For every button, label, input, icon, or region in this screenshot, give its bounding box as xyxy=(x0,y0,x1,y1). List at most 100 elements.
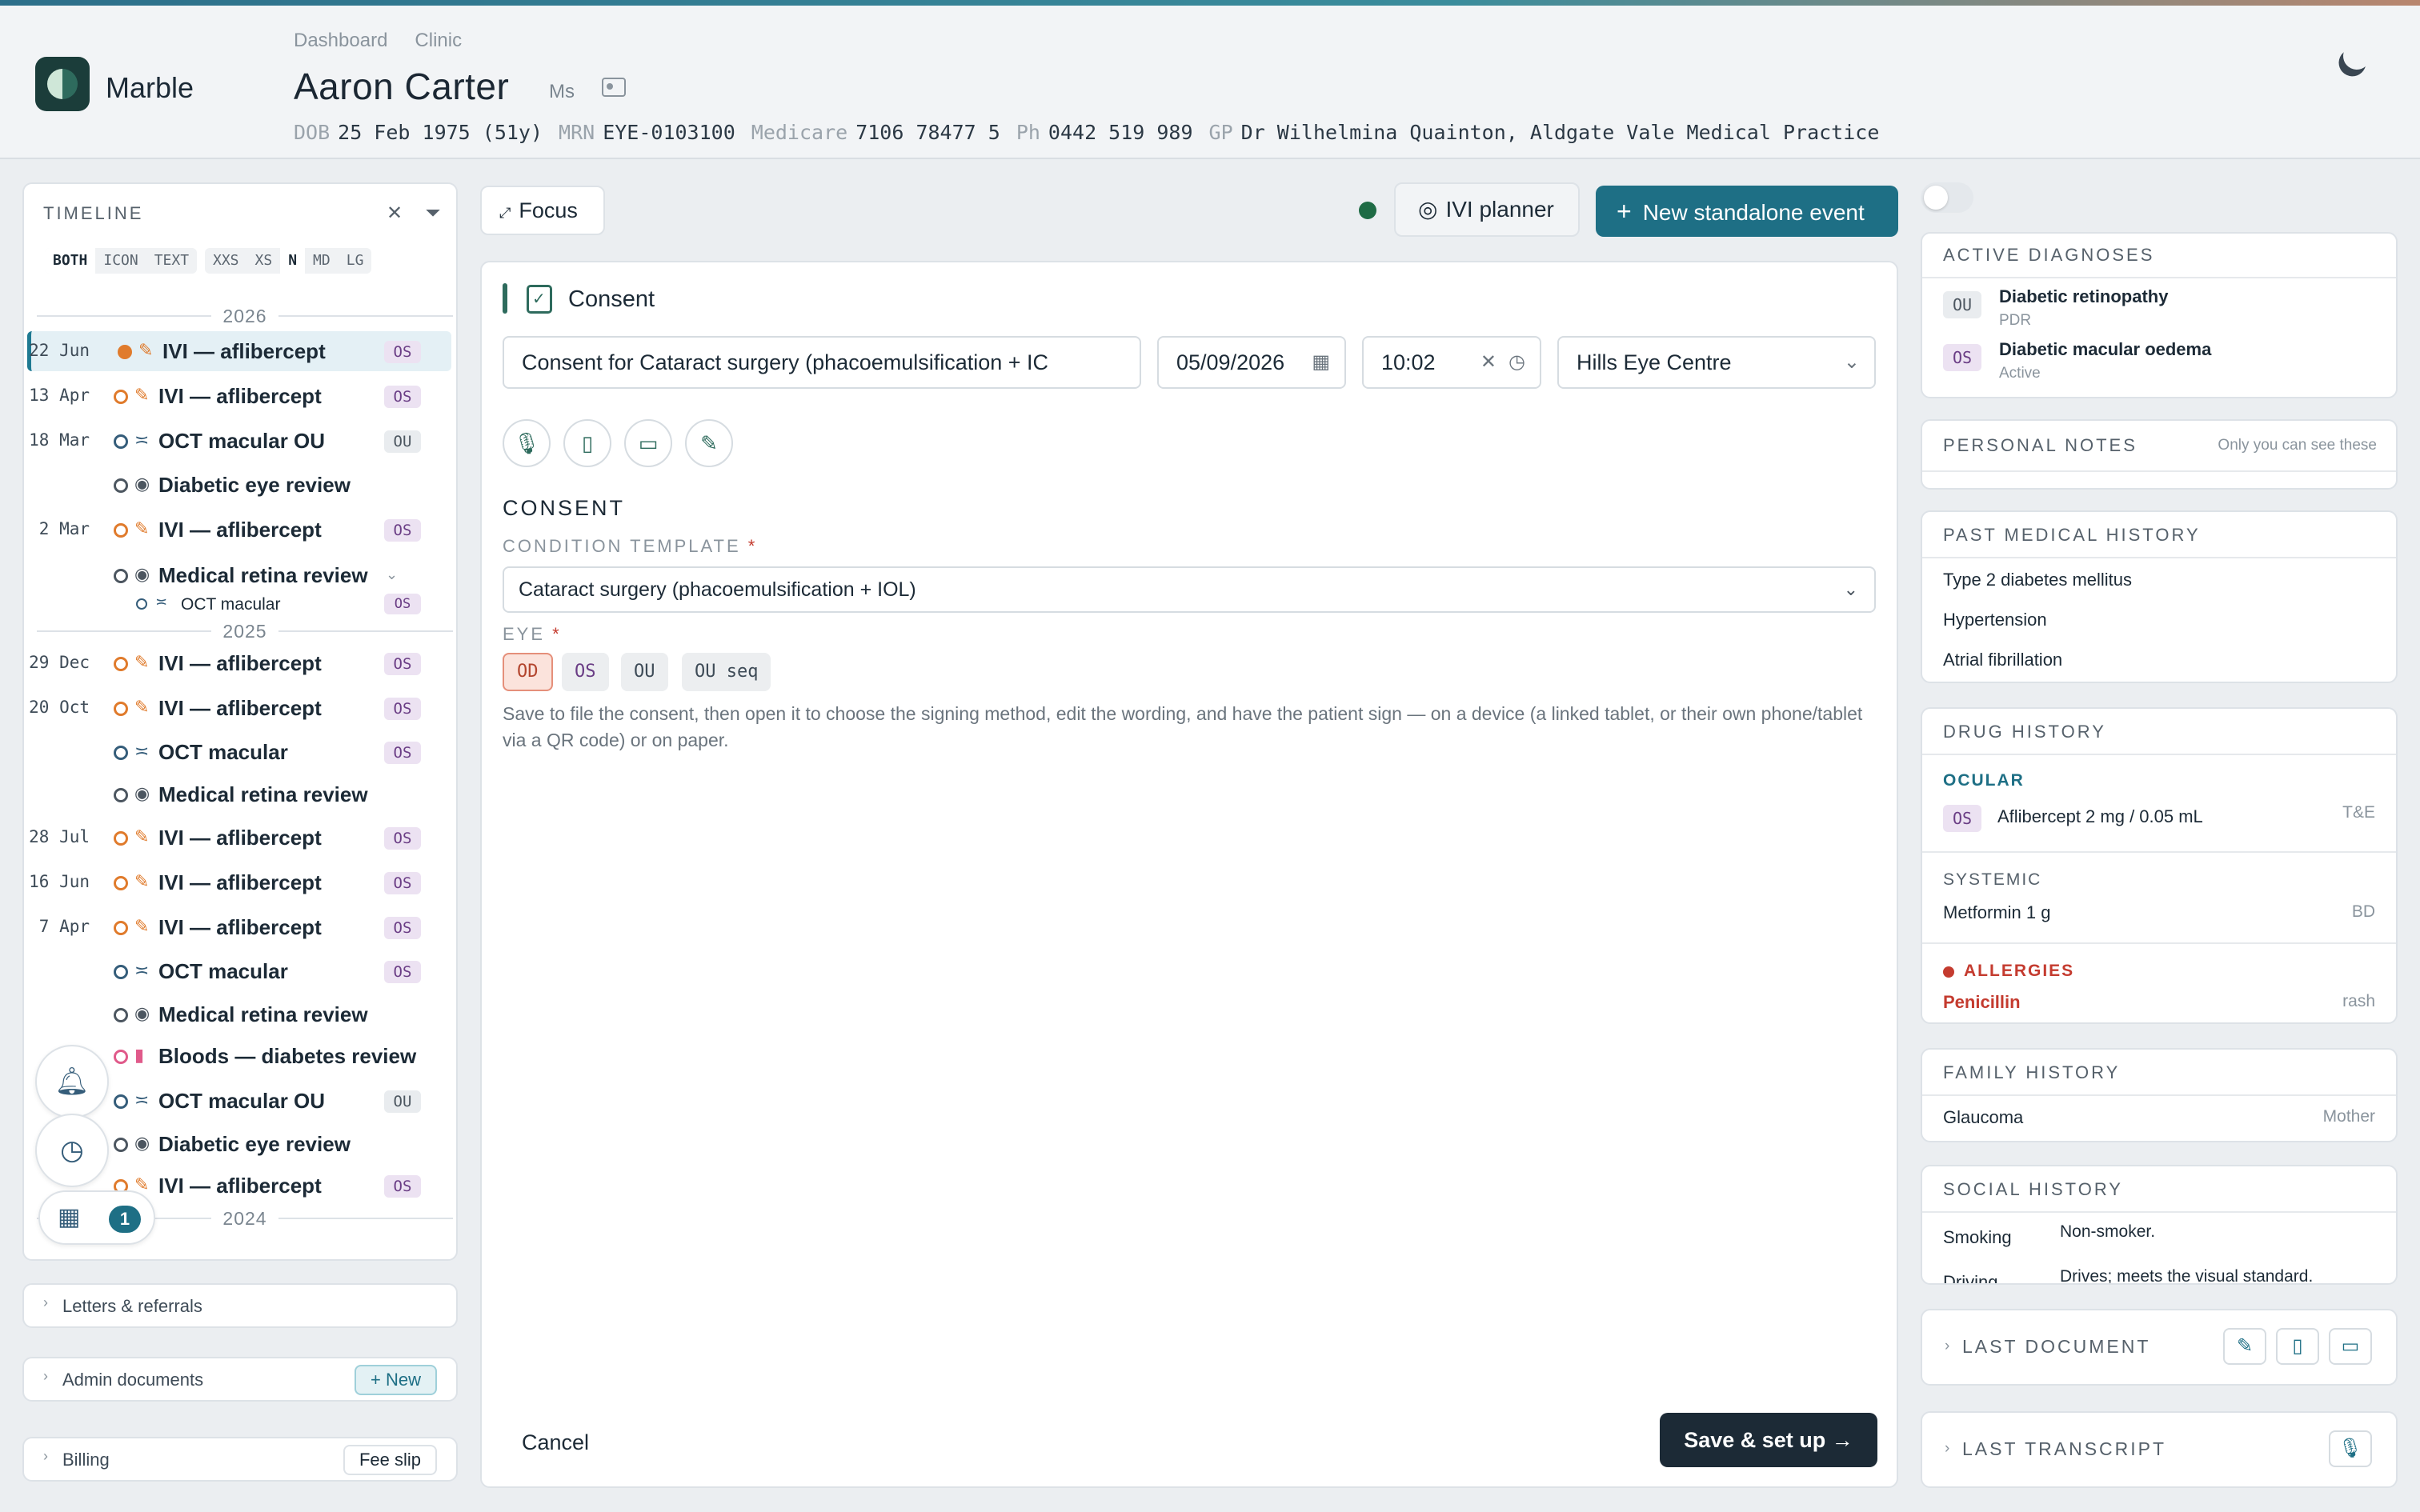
timeline-row[interactable]: 28 Jul ✎ IVI — aflibercept OS xyxy=(27,818,451,858)
density-lg[interactable]: LG xyxy=(339,248,372,274)
chevron-right-icon: › xyxy=(43,1368,48,1384)
fee-slip-button[interactable]: Fee slip xyxy=(343,1445,437,1475)
letters-referrals-section[interactable]: › Letters & referrals xyxy=(22,1283,458,1328)
dark-mode-moon-icon[interactable] xyxy=(2339,38,2374,74)
pmh-item[interactable]: Atrial fibrillation xyxy=(1943,650,2062,670)
view-mode-both[interactable]: BOTH xyxy=(45,248,96,274)
timeline-row[interactable]: ◉ Diabetic eye review xyxy=(27,465,451,505)
eye-label: EYE * xyxy=(503,624,562,644)
billing-section[interactable]: › Billing Fee slip xyxy=(22,1437,458,1482)
syringe-icon: ✎ xyxy=(134,826,150,846)
event-date-input[interactable]: 05/09/2026 ▦ xyxy=(1157,336,1346,389)
eye-pill: OS xyxy=(384,872,421,894)
clock-icon[interactable]: ◷ xyxy=(1508,338,1525,387)
timeline-row[interactable]: 22 Jun ✎ IVI — aflibercept OS xyxy=(27,331,451,371)
density-md[interactable]: MD xyxy=(305,248,339,274)
eye-option-od[interactable]: OD xyxy=(503,653,553,691)
view-mode-icon[interactable]: ICON xyxy=(95,248,146,274)
smoking-value[interactable]: Non-smoker. xyxy=(2060,1222,2155,1242)
timeline-row[interactable]: ◉ Medical retina review xyxy=(27,994,451,1034)
save-and-setup-button[interactable]: Save & set up → xyxy=(1660,1413,1877,1467)
family-history-item[interactable]: Glaucoma xyxy=(1943,1107,2023,1128)
diagnosis-name[interactable]: Diabetic retinopathy xyxy=(1999,286,2168,307)
allergy-name[interactable]: Penicillin xyxy=(1943,992,2021,1013)
document-check-icon xyxy=(527,285,552,314)
timeline-row[interactable]: 13 Apr ✎ IVI — aflibercept OS xyxy=(27,376,451,416)
notifications-bell-icon[interactable]: 🔔︎ xyxy=(35,1045,109,1118)
consent-section-heading: CONSENT xyxy=(503,496,626,520)
new-admin-document-button[interactable]: + New xyxy=(355,1365,437,1395)
ivi-planner-button[interactable]: ◎ IVI planner xyxy=(1394,182,1580,237)
id-card-icon[interactable] xyxy=(602,78,626,97)
timeline-row[interactable]: 7 Apr ✎ IVI — aflibercept OS xyxy=(27,907,451,947)
ocular-drug-name[interactable]: Aflibercept 2 mg / 0.05 mL xyxy=(1997,806,2203,827)
eye-icon: ◉ xyxy=(134,564,150,584)
calendar-icon[interactable]: ▦ xyxy=(1312,338,1330,387)
view-mode-text[interactable]: TEXT xyxy=(146,248,197,274)
eye-pill: OS xyxy=(384,653,421,675)
microphone-icon[interactable]: 🎙︎ xyxy=(2329,1430,2372,1467)
eye-option-ou[interactable]: OU xyxy=(621,653,668,691)
systemic-drug-name[interactable]: Metformin 1 g xyxy=(1943,902,2051,923)
timeline-row[interactable]: ◉ Medical retina review xyxy=(27,774,451,814)
condition-template-select[interactable]: Cataract surgery (phacoemulsification + … xyxy=(503,566,1876,613)
pmh-item[interactable]: Type 2 diabetes mellitus xyxy=(1943,570,2132,590)
marble-logo[interactable] xyxy=(35,57,90,111)
timeline-row[interactable]: 20 Oct ✎ IVI — aflibercept OS xyxy=(27,688,451,728)
tablet-upload-icon[interactable]: ▯ xyxy=(563,419,611,467)
density-xxs[interactable]: XXS xyxy=(205,248,247,274)
pen-icon[interactable]: ✎ xyxy=(2223,1328,2266,1365)
driving-value[interactable]: Drives; meets the visual standard. xyxy=(2060,1267,2313,1283)
active-diagnoses-card: ACTIVE DIAGNOSES OU Diabetic retinopathy… xyxy=(1921,232,2398,398)
density-n[interactable]: N xyxy=(280,248,306,274)
timeline-row[interactable]: 18 Mar ≍ OCT macular OU OU xyxy=(27,421,451,461)
cancel-button[interactable]: Cancel xyxy=(522,1430,589,1455)
screen-share-icon[interactable]: ▭ xyxy=(2329,1328,2372,1365)
phone-label: Ph xyxy=(1016,121,1040,144)
eye-option-os[interactable]: OS xyxy=(562,653,609,691)
breadcrumb-clinic[interactable]: Clinic xyxy=(415,30,462,52)
eye-option-ou-seq[interactable]: OU seq xyxy=(682,653,771,691)
event-location-select[interactable]: Hills Eye Centre ⌄ xyxy=(1557,336,1876,389)
timeline-row[interactable]: 16 Jun ✎ IVI — aflibercept OS xyxy=(27,862,451,902)
focus-button[interactable]: ⤢ Focus xyxy=(480,186,605,235)
density-xs[interactable]: XS xyxy=(247,248,281,274)
last-document-card[interactable]: › LAST DOCUMENT ✎ ▯ ▭ xyxy=(1921,1309,2398,1386)
eye-pill: OS xyxy=(384,917,421,939)
diagnosis-name[interactable]: Diabetic macular oedema xyxy=(1999,339,2211,360)
syringe-icon: ✎ xyxy=(134,518,150,538)
new-standalone-event-button[interactable]: + New standalone event xyxy=(1596,186,1898,237)
filter-icon[interactable]: ⏷ xyxy=(421,202,445,226)
review-dot-icon xyxy=(114,1138,128,1152)
calendar-button[interactable]: ▦ 1 xyxy=(38,1190,155,1245)
allergy-alert-dot xyxy=(1943,966,1954,978)
history-clock-icon[interactable]: ◷ xyxy=(35,1114,109,1187)
event-time-input[interactable]: 10:02 ✕ ◷ xyxy=(1362,336,1541,389)
admin-documents-section[interactable]: › Admin documents + New xyxy=(22,1357,458,1402)
eye-pill: OS xyxy=(384,386,421,408)
microphone-icon[interactable]: 🎙︎ xyxy=(503,419,551,467)
personal-notes-card[interactable]: PERSONAL NOTES Only you can see these xyxy=(1921,419,2398,490)
syringe-icon: ✎ xyxy=(138,340,154,360)
timeline-subrow[interactable]: ≍ OCT macular OS xyxy=(27,589,451,621)
event-title-input[interactable]: Consent for Cataract surgery (phacoemuls… xyxy=(503,336,1141,389)
breadcrumb-dashboard[interactable]: Dashboard xyxy=(294,30,387,52)
eye-pill: OU xyxy=(384,430,421,453)
eye-pill: OS xyxy=(384,827,421,850)
clear-x-icon[interactable]: ✕ xyxy=(1480,338,1496,387)
timeline-row[interactable]: ≍ OCT macular OS xyxy=(27,951,451,991)
panel-toggle-switch[interactable] xyxy=(1921,182,1973,213)
eye-pill: OS xyxy=(384,519,421,542)
timeline-row[interactable]: 29 Dec ✎ IVI — aflibercept OS xyxy=(27,643,451,683)
calendar-icon: ▦ xyxy=(58,1204,81,1230)
pmh-item[interactable]: Hypertension xyxy=(1943,610,2047,630)
pen-icon[interactable]: ✎ xyxy=(685,419,733,467)
collapse-icon[interactable]: ✕ xyxy=(383,202,407,226)
tablet-upload-icon[interactable]: ▯ xyxy=(2276,1328,2319,1365)
screen-share-icon[interactable]: ▭ xyxy=(624,419,672,467)
timeline-row[interactable]: ≍ OCT macular OS xyxy=(27,732,451,772)
chevron-down-icon[interactable]: ⌄ xyxy=(386,566,398,583)
timeline-row[interactable]: 2 Mar ✎ IVI — aflibercept OS xyxy=(27,510,451,550)
last-transcript-card[interactable]: › LAST TRANSCRIPT 🎙︎ xyxy=(1921,1411,2398,1488)
eye-pill: OS xyxy=(384,961,421,983)
